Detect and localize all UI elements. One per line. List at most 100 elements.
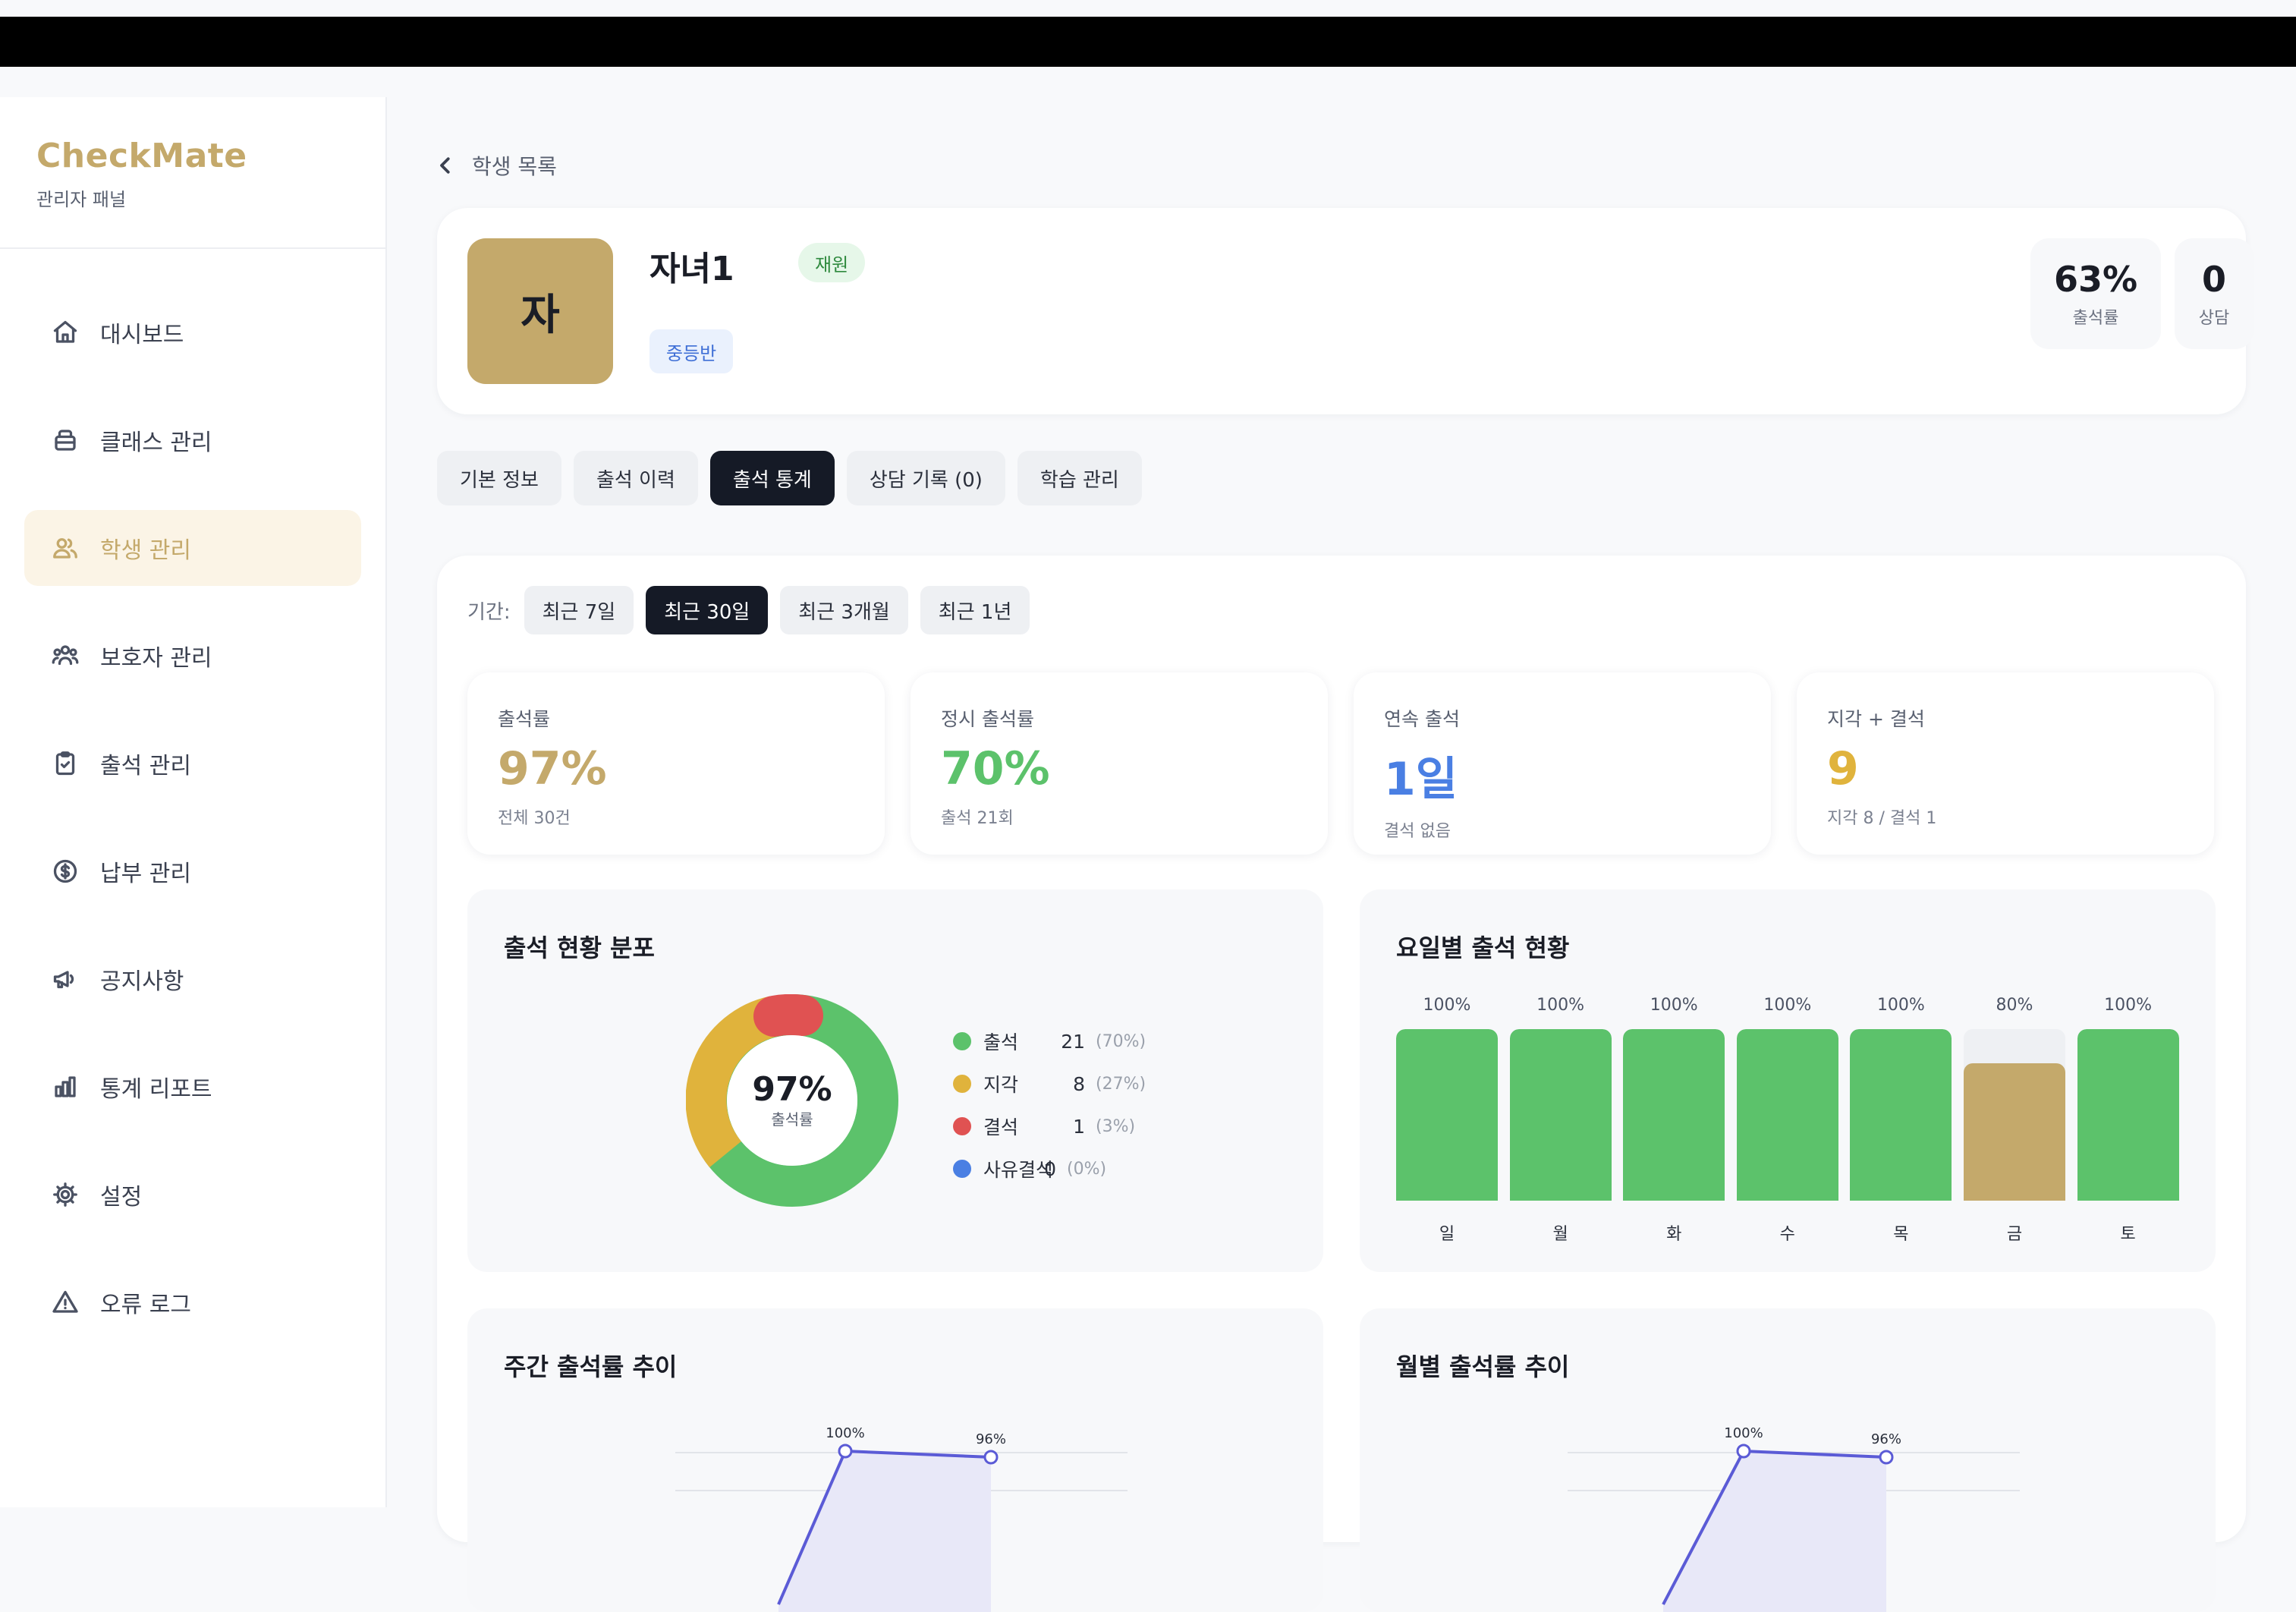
status-badge: 재원 [798,243,866,282]
trend-point [1879,1450,1894,1465]
student-name: 자녀1 [649,250,734,288]
sidebar-item-label: 통계 리포트 [100,1076,212,1103]
top-margin [0,0,2296,17]
main-content: 학생 목록 자 자녀1 재원 중등반 63% 출석률 0 상담 기본 정보 출석… [387,97,2296,1612]
sidebar-item-dashboard[interactable]: 대시보드 [24,294,361,370]
brand: CheckMate 관리자 패널 [0,97,385,249]
bar-track [1736,1029,1838,1201]
trend-point-label: 96% [976,1431,1006,1447]
warning-icon [50,1287,80,1318]
weekday-bar-column: 100% 수 [1736,996,1838,1246]
sidebar-item-error-log[interactable]: 오류 로그 [24,1264,361,1340]
kpi-attendance-rate: 출석률 97% 전체 30건 [467,672,885,855]
kpi-label: 지각 + 결석 [1827,708,1925,730]
bar-track [1964,1029,2065,1201]
sidebar-item-notices[interactable]: 공지사항 [24,941,361,1017]
sidebar-item-students[interactable]: 학생 관리 [24,510,361,586]
weekday-bar-column: 100% 일 [1396,996,1498,1246]
trend-point [983,1450,999,1465]
legend-item-excused: 사유결석 0 (0%) [953,1148,1146,1190]
back-label: 학생 목록 [472,154,557,179]
kpi-sub: 지각 8 / 결석 1 [1827,809,1937,828]
tab-counseling[interactable]: 상담 기록 (0) [846,451,1005,505]
bar-category-label: 수 [1779,1225,1795,1244]
sidebar-item-classes[interactable]: 클래스 관리 [24,402,361,478]
period-7d-button[interactable]: 최근 7일 [524,586,634,634]
weekday-bar [2077,1029,2179,1201]
sidebar-item-label: 오류 로그 [100,1292,191,1318]
weekly-trend-chart: 100% 96% [675,1425,1128,1612]
stat-value: 0 [2201,259,2226,300]
legend-dot [953,1032,971,1050]
donut-center-label: 출석률 [771,1110,813,1129]
sidebar-item-payments[interactable]: 납부 관리 [24,833,361,909]
sidebar-item-settings[interactable]: 설정 [24,1157,361,1233]
bar-value-label: 100% [1536,996,1585,1015]
kpi-sub: 출석 21회 [941,809,1014,828]
back-to-student-list[interactable]: 학생 목록 [434,150,557,181]
sidebar-item-reports[interactable]: 통계 리포트 [24,1049,361,1125]
trend-point [1736,1444,1751,1459]
kpi-sub: 전체 30건 [498,809,571,828]
period-1y-button[interactable]: 최근 1년 [920,586,1030,634]
top-gap [0,67,2296,97]
attendance-donut-chart: 97% 출석률 [686,994,898,1207]
legend-pct: (70%) [1096,1031,1146,1051]
stat-label: 상담 [2198,309,2230,328]
legend-pct: (27%) [1096,1074,1146,1094]
kpi-late-absent: 지각 + 결석 9 지각 8 / 결석 1 [1797,672,2214,855]
bar-track [1509,1029,1612,1201]
kpi-value: 1일 [1384,753,1458,806]
sidebar-item-attendance[interactable]: 출석 관리 [24,726,361,801]
legend-count: 21 [1061,1030,1085,1053]
distribution-legend: 출석 21 (70%) 지각 8 (27%) 결석 1 (3%) 사유결석 0 … [953,1020,1146,1190]
weekday-bar [1736,1029,1838,1201]
tab-basic-info[interactable]: 기본 정보 [437,451,561,505]
gear-icon [50,1179,80,1210]
brand-subtitle: 관리자 패널 [36,189,127,210]
trend-area [1663,1451,1886,1612]
class-badge: 중등반 [649,329,734,373]
kpi-value: 70% [941,742,1050,795]
weekday-bar-column: 100% 화 [1623,996,1725,1246]
distribution-title: 출석 현황 분포 [504,934,655,962]
bar-value-label: 100% [1763,996,1812,1015]
weekday-bar [1964,1063,2065,1201]
profile-attendance-rate: 63% 출석률 [2030,238,2161,349]
trend-point-label: 100% [826,1425,864,1441]
sidebar-item-label: 출석 관리 [100,753,191,779]
tab-attendance-stats[interactable]: 출석 통계 [709,451,835,505]
profile-counseling-count: 0 상담 [2175,238,2254,349]
weekday-bar [1396,1029,1498,1201]
weekday-bar [1850,1029,1952,1201]
distribution-panel: 출석 현황 분포 97% 출석률 출석 21 (70%) 지각 8 (27%) … [467,889,1323,1272]
kpi-label: 출석률 [498,708,551,730]
weekly-trend-panel: 주간 출석률 추이 100% 96% [467,1308,1323,1612]
weekday-bar [1623,1029,1725,1201]
attendance-stats-panel: 기간: 최근 7일 최근 30일 최근 3개월 최근 1년 출석률 97% 전체… [437,556,2246,1612]
guardians-icon [50,641,80,671]
avatar: 자 [467,238,613,384]
bar-category-label: 화 [1666,1225,1682,1244]
sidebar-item-label: 설정 [100,1184,143,1211]
period-3m-button[interactable]: 최근 3개월 [780,586,908,634]
tab-learning[interactable]: 학습 관리 [1017,451,1142,505]
bar-value-label: 100% [1876,996,1925,1015]
period-filter: 기간: 최근 7일 최근 30일 최근 3개월 최근 1년 [467,586,1030,634]
tab-attendance-history[interactable]: 출석 이력 [573,451,698,505]
brand-name[interactable]: CheckMate [36,137,349,175]
weekday-title: 요일별 출석 현황 [1396,934,1570,962]
legend-item-late: 지각 8 (27%) [953,1063,1146,1105]
bar-category-label: 월 [1552,1225,1568,1244]
monthly-trend-panel: 월별 출석률 추이 100% 96% [1360,1308,2216,1612]
kpi-sub: 결석 없음 [1384,822,1451,841]
kpi-ontime-rate: 정시 출석률 70% 출석 21회 [911,672,1328,855]
period-30d-button[interactable]: 최근 30일 [646,586,769,634]
legend-dot [953,1160,971,1178]
sidebar-item-guardians[interactable]: 보호자 관리 [24,618,361,694]
monthly-trend-title: 월별 출석률 추이 [1396,1352,1570,1381]
weekly-trend-title: 주간 출석률 추이 [504,1352,678,1381]
sidebar-item-label: 대시보드 [100,322,184,348]
trend-point-label: 96% [1871,1431,1901,1447]
kpi-label: 연속 출석 [1384,708,1460,730]
